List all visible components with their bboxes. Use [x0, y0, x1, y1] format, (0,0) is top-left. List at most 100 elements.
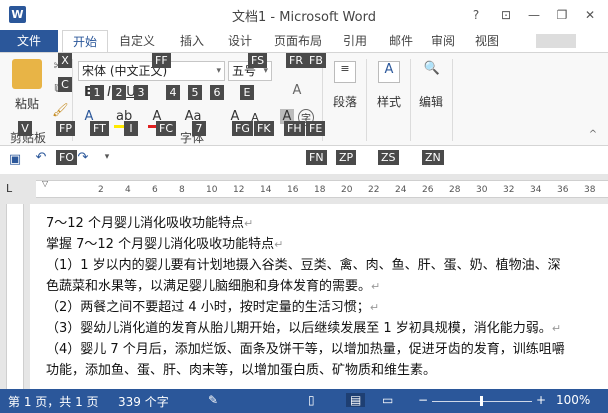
keytip: FP [56, 121, 75, 136]
document-line[interactable]: （2）两餐之间不要超过 4 小时，按时定量的生活习惯；↵ [46, 296, 379, 315]
word-count[interactable]: 339 个字 [118, 393, 169, 410]
page-count[interactable]: 第 1 页，共 1 页 [8, 393, 99, 410]
ruler-tick-label: 22 [368, 185, 380, 195]
zoom-in-button[interactable]: + [536, 393, 546, 407]
paste-icon[interactable] [12, 59, 42, 89]
quick-access-toolbar: ▣ ↶ ↷ ▾ FO FN ZP ZS ZN [0, 146, 608, 174]
tab-design[interactable]: 设计 [220, 30, 260, 52]
ribbon-tab-bar: 文件 开始 自定义 插入 设计 页面布局 引用 邮件 审阅 视图 [0, 30, 608, 52]
tab-page-layout[interactable]: 页面布局 [268, 30, 328, 52]
chevron-down-icon: ▾ [216, 66, 221, 76]
ruler-tick-label: 16 [287, 185, 299, 195]
account-avatar[interactable] [536, 34, 576, 48]
document-line[interactable]: 功能，添加鱼、蛋、肝、肉末等，以增加蛋白质、矿物质和维生素。 [46, 359, 436, 378]
ruler-row: L ▽ 2 4 6 8 10 12 14 16 18 20 22 24 26 28 30 32 34 36 38 [0, 174, 608, 204]
close-button[interactable]: ✕ [578, 4, 602, 26]
editing-button-label[interactable]: 编辑 [414, 93, 448, 110]
keytip: FN [306, 150, 327, 165]
title-bar: W 文档1 - Microsoft Word ? ⊡ — ❐ ✕ [0, 0, 608, 30]
zoom-level[interactable]: 100% [556, 393, 590, 407]
ruler-tick-label: 6 [152, 185, 158, 195]
keytip: FT [90, 121, 109, 136]
document-line-text: 色蔬菜和水果等，以满足婴儿脑细胞和身体发育的需要。 [46, 279, 372, 294]
document-page[interactable]: 7～12 个月婴儿消化吸收功能特点↵ 掌握 7～12 个月婴儿消化吸收功能特点↵ （… [30, 204, 608, 389]
save-icon[interactable]: ▣ [8, 152, 22, 167]
find-binoculars-icon[interactable]: 🔍 [420, 61, 444, 83]
ruler-tick-label: 4 [125, 185, 131, 195]
ruler-tick-label: 24 [395, 185, 407, 195]
ribbon-home: 粘贴 ✂ ⧉ 🖌 剪贴板 宋体 (中文正文) ▾ 五号 ▾ B I U A ab… [0, 52, 608, 146]
proofing-icon[interactable]: ✎ [208, 393, 218, 407]
read-mode-icon[interactable]: ▯ [308, 393, 315, 407]
paragraph-button-label[interactable]: 段落 [328, 93, 362, 110]
document-line[interactable]: （3）婴幼儿消化道的发育从胎儿期开始，以后继续发展至 1 岁初具规模，消化能力弱… [46, 317, 561, 336]
tab-file[interactable]: 文件 [0, 30, 58, 52]
keytip: ZP [336, 150, 357, 165]
status-bar: 第 1 页，共 1 页 339 个字 ✎ ▯ ▤ ▭ − + 100% [0, 389, 608, 413]
keytip: FR [286, 53, 306, 68]
ruler-tick-label: 28 [449, 185, 461, 195]
paragraph-mark: ↵ [369, 301, 380, 314]
document-line[interactable]: 7～12 个月婴儿消化吸收功能特点↵ [46, 212, 253, 231]
phonetic-guide-icon[interactable]: A [290, 83, 304, 98]
redo-icon[interactable]: ↷ [76, 150, 90, 165]
paste-label[interactable]: 粘贴 [12, 95, 42, 112]
restore-button[interactable]: ❐ [550, 4, 574, 26]
keytip: 4 [166, 85, 180, 100]
document-line-text: （2）两餐之间不要超过 4 小时，按时定量的生活习惯； [46, 300, 370, 315]
format-painter-icon[interactable]: 🖌 [52, 103, 69, 118]
ruler-tick-label: 26 [422, 185, 434, 195]
keytip: 3 [134, 85, 148, 100]
print-layout-icon[interactable]: ▤ [346, 393, 366, 407]
tab-view[interactable]: 视图 [468, 30, 506, 52]
web-layout-icon[interactable]: ▭ [382, 393, 393, 407]
keytip: E [240, 85, 254, 100]
document-line-text: 功能，添加鱼、蛋、肝、肉末等，以增加蛋白质、矿物质和维生素。 [46, 363, 437, 378]
vertical-ruler [6, 204, 24, 389]
document-line-text: 7～12 个月婴儿消化吸收功能特点 [46, 216, 244, 231]
ribbon-display-options-button[interactable]: ⊡ [494, 4, 518, 26]
tab-stop-selector[interactable]: L [6, 182, 22, 196]
styles-icon[interactable]: A [378, 61, 400, 83]
keytip: FE [306, 121, 326, 136]
minimize-button[interactable]: — [522, 4, 546, 26]
zoom-out-button[interactable]: − [418, 393, 428, 407]
document-line[interactable]: 掌握 7～12 个月婴儿消化吸收功能特点↵ [46, 233, 283, 252]
document-line[interactable]: （4）婴儿 7 个月后，添加烂饭、面条及饼干等，以增加热量，促进牙齿的发育，训练… [46, 338, 565, 357]
paragraph-mark: ↵ [243, 217, 254, 230]
keytip: 5 [188, 85, 202, 100]
keytip: FC [156, 121, 177, 136]
keytip: I [124, 121, 138, 136]
document-area: 7～12 个月婴儿消化吸收功能特点↵ 掌握 7～12 个月婴儿消化吸收功能特点↵ （… [0, 204, 608, 389]
tab-references[interactable]: 引用 [336, 30, 374, 52]
horizontal-ruler[interactable]: ▽ 2 4 6 8 10 12 14 16 18 20 22 24 26 28 30 32 34 36 38 [36, 179, 608, 198]
styles-button-label[interactable]: 样式 [372, 93, 406, 110]
keytip: FH [284, 121, 305, 136]
zoom-slider-thumb[interactable] [480, 396, 483, 406]
collapse-ribbon-icon[interactable]: ^ [586, 129, 600, 140]
tab-mailings[interactable]: 邮件 [382, 30, 420, 52]
tab-home[interactable]: 开始 [62, 30, 108, 52]
separator [366, 59, 367, 141]
tab-review[interactable]: 审阅 [424, 30, 462, 52]
undo-icon[interactable]: ↶ [34, 150, 48, 165]
tab-custom[interactable]: 自定义 [112, 30, 162, 52]
customize-qat-icon[interactable]: ▾ [100, 152, 114, 162]
keytip: FG [232, 121, 253, 136]
document-line[interactable]: 色蔬菜和水果等，以满足婴儿脑细胞和身体发育的需要。↵ [46, 275, 380, 294]
ruler-tick-label: 14 [260, 185, 272, 195]
ruler-tick-label: 10 [206, 185, 218, 195]
keytip: FK [254, 121, 274, 136]
ruler-tick-label: 34 [530, 185, 542, 195]
ruler-tick-label: 32 [503, 185, 515, 195]
ruler-tick-label: 38 [584, 185, 596, 195]
ruler-tick-label: 8 [179, 185, 185, 195]
keytip: 6 [210, 85, 224, 100]
indent-marker-icon[interactable]: ▽ [42, 179, 50, 188]
tab-insert[interactable]: 插入 [170, 30, 214, 52]
document-line[interactable]: （1）1 岁以内的婴儿要有计划地摄入谷类、豆类、禽、肉、鱼、肝、蛋、奶、植物油、… [46, 254, 561, 273]
help-button[interactable]: ? [464, 4, 488, 26]
ruler-tick-label: 2 [98, 185, 104, 195]
paragraph-icon[interactable]: ≡ [334, 61, 356, 83]
keytip: FF [152, 53, 171, 68]
